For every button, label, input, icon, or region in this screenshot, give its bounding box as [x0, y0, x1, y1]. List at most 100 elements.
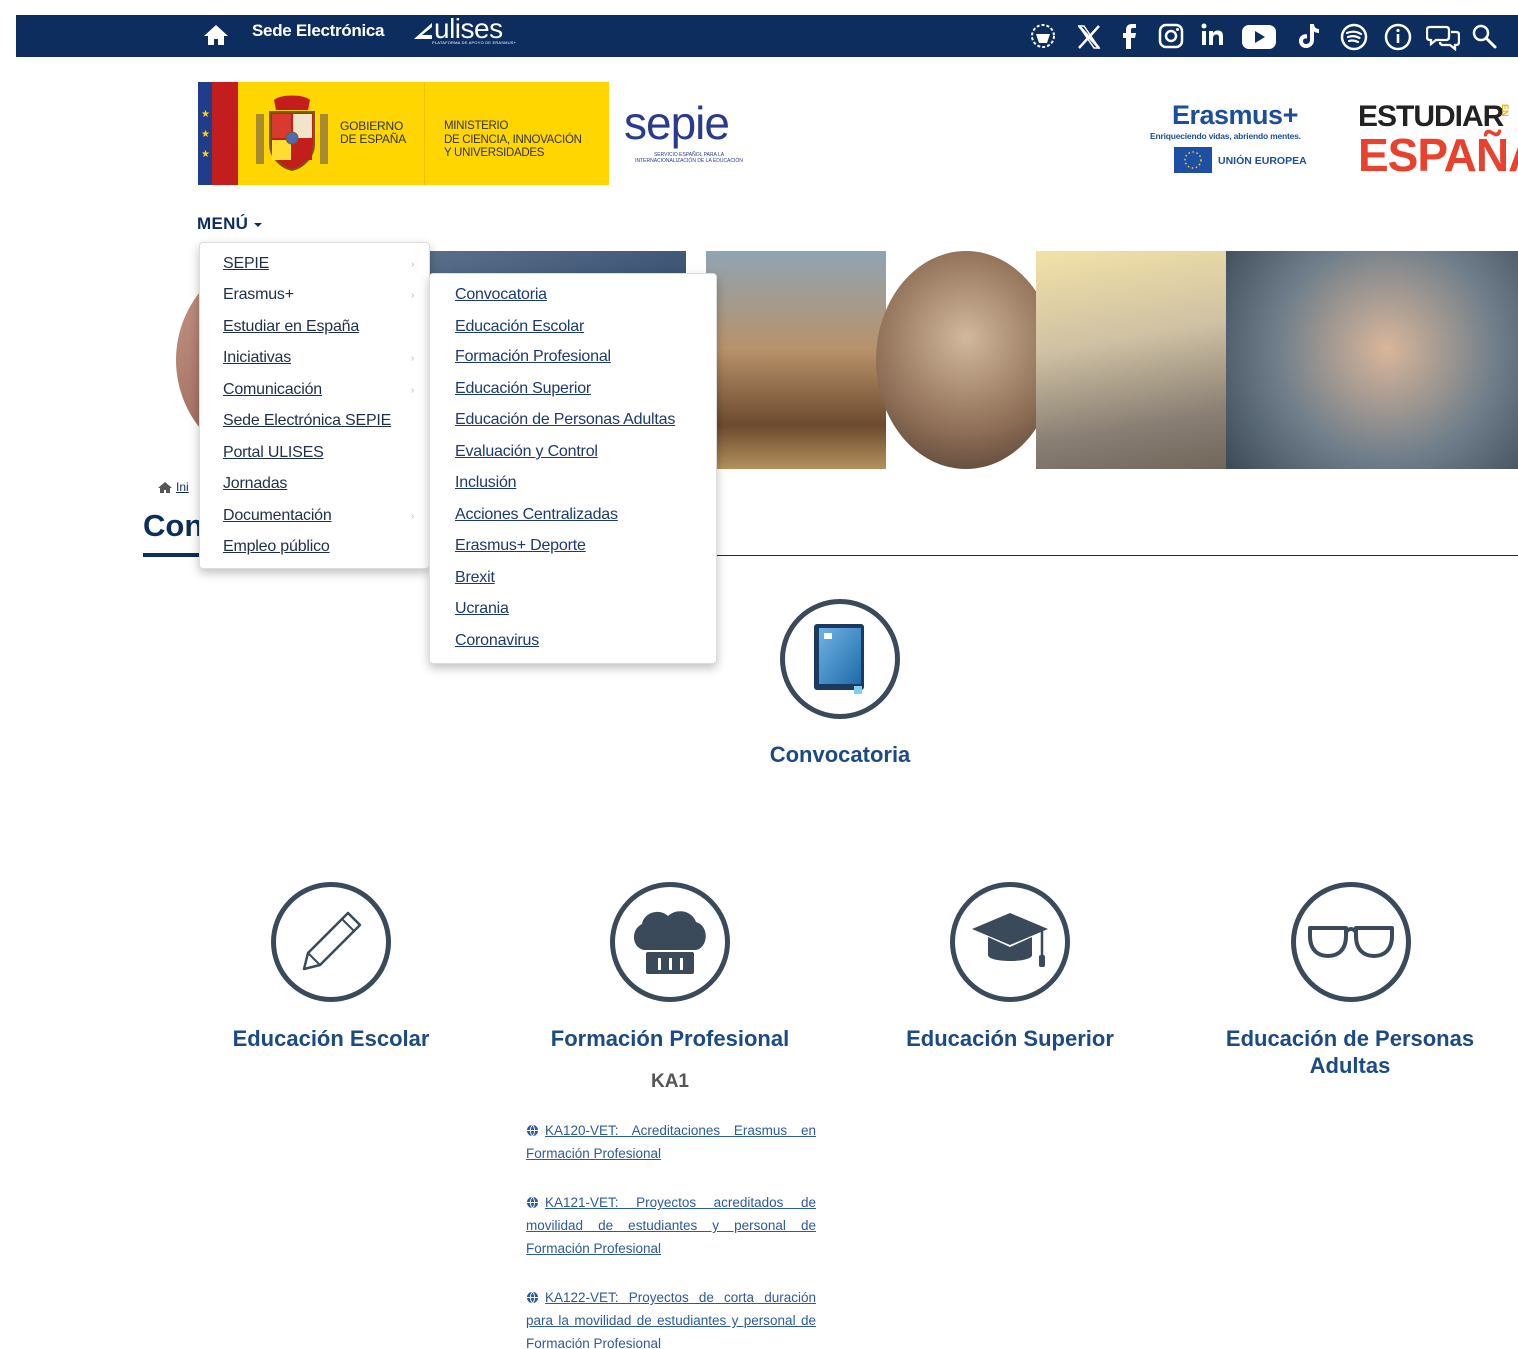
- submenu-item[interactable]: Evaluación y Control: [455, 443, 598, 461]
- erasmus-submenu: Convocatoria Educación Escolar Formación P…: [429, 273, 717, 664]
- erasmus-plus-logo[interactable]: Erasmus+ Enriqueciendo vidas, abriendo m…: [1150, 100, 1335, 180]
- chevron-right-icon: ›: [411, 259, 415, 270]
- ulises-subtitle: PLATAFORMA DE APOYO DE ERASMUS+: [432, 40, 517, 45]
- search-icon[interactable]: [1469, 21, 1499, 51]
- ka1-link-text[interactable]: KA120-VET: Acreditaciones Erasmus en For…: [526, 1123, 816, 1161]
- chevron-right-icon: ›: [411, 385, 415, 396]
- globe-icon: [526, 1291, 539, 1304]
- adultas-title[interactable]: Educación de Personas Adultas: [1200, 1025, 1500, 1079]
- ministry-line-3: Y UNIVERSIDADES: [444, 147, 545, 159]
- info-icon[interactable]: [1383, 21, 1413, 51]
- adultas-title-line-1: Educación de Personas: [1225, 1026, 1475, 1051]
- eu-stars-icon: ★ ★ ★: [201, 109, 210, 160]
- sepie-logo[interactable]: sepie SERVICIO ESPAÑOL PARA LA INTERNACI…: [624, 96, 759, 176]
- linkedin-icon[interactable]: [1198, 21, 1228, 51]
- submenu-item[interactable]: Coronavirus: [455, 632, 539, 650]
- submenu-item[interactable]: Brexit: [455, 569, 495, 587]
- tiktok-icon[interactable]: [1294, 21, 1324, 51]
- svg-text:★: ★: [201, 149, 210, 160]
- gov-line-2: DE ESPAÑA: [340, 132, 406, 146]
- glasses-icon: [1308, 926, 1394, 958]
- graduation-cap-icon: [972, 913, 1048, 967]
- submenu-item[interactable]: Educación Escolar: [455, 318, 584, 336]
- submenu-item[interactable]: Inclusión: [455, 474, 517, 492]
- sede-electronica-link[interactable]: Sede Electrónica: [252, 21, 385, 41]
- svg-text:★: ★: [201, 129, 210, 140]
- gobierno-text: GOBIERNO DE ESPAÑA: [340, 120, 406, 146]
- chef-hat-icon: [633, 911, 706, 974]
- ka1-heading: KA1: [650, 1071, 689, 1092]
- menu-item[interactable]: Comunicación: [223, 381, 322, 399]
- adultas-circle[interactable]: [1291, 882, 1411, 1002]
- submenu-item[interactable]: Acciones Centralizadas: [455, 506, 618, 524]
- logo-divider: [424, 82, 425, 185]
- svg-text:★: ★: [201, 109, 210, 120]
- menu-item[interactable]: Jornadas: [223, 475, 287, 493]
- menu-item[interactable]: Estudiar en España: [223, 318, 359, 336]
- menu-item[interactable]: Empleo público: [223, 538, 330, 556]
- caret-down-icon: [254, 222, 263, 227]
- menu-item[interactable]: Iniciativas: [223, 349, 291, 367]
- facebook-icon[interactable]: [1114, 21, 1144, 51]
- gobierno-espana-logo[interactable]: ★ ★ ★ GOBIERNO DE ESPAÑA MINISTERIO DE C…: [198, 82, 609, 185]
- menu-button[interactable]: MENÚ: [197, 214, 263, 234]
- eu-flag-icon: [1174, 147, 1212, 173]
- home-icon[interactable]: [158, 482, 172, 494]
- submenu-item[interactable]: Educación de Personas Adultas: [455, 411, 675, 429]
- submenu-item[interactable]: Ucrania: [455, 600, 509, 618]
- sepie-subtitle: SERVICIO ESPAÑOL PARA LA INTERNACIONALIZ…: [635, 152, 743, 164]
- menu-label: MENÚ: [197, 214, 249, 233]
- menu-item[interactable]: Documentación: [223, 507, 332, 525]
- menu-item[interactable]: Erasmus+: [223, 286, 294, 304]
- ka1-link-text[interactable]: KA121-VET: Proyectos acreditados de movi…: [526, 1195, 816, 1256]
- convocatoria-title[interactable]: Convocatoria: [720, 741, 960, 768]
- ka1-link[interactable]: KA121-VET: Proyectos acreditados de movi…: [526, 1191, 816, 1260]
- main-menu-dropdown: SEPIE › Erasmus+ › Estudiar en España Iniciat…: [199, 242, 430, 569]
- chevron-right-icon: ›: [411, 353, 415, 364]
- breadcrumb: Ini: [158, 480, 189, 494]
- spotify-icon[interactable]: [1339, 21, 1369, 51]
- coat-of-arms-icon: [256, 95, 328, 172]
- sepie-word: sepie: [624, 97, 730, 149]
- hero-photo-4: [876, 251, 1056, 469]
- fp-title[interactable]: Formación Profesional: [520, 1025, 820, 1052]
- instagram-icon[interactable]: [1156, 21, 1186, 51]
- globe-icon: [526, 1196, 539, 1209]
- ka1-link[interactable]: KA122-VET: Proyectos de corta duración p…: [526, 1286, 816, 1349]
- superior-circle[interactable]: [950, 882, 1070, 1002]
- superior-title[interactable]: Educación Superior: [880, 1025, 1140, 1052]
- book-icon: [814, 624, 864, 694]
- submenu-item[interactable]: Formación Profesional: [455, 348, 611, 366]
- estudiar-en: EN: [1500, 104, 1510, 117]
- globe-icon: [526, 1124, 539, 1137]
- accessibility-icon[interactable]: [1028, 21, 1058, 51]
- eu-band: ★ ★ ★: [198, 82, 212, 185]
- escolar-circle[interactable]: [271, 882, 391, 1002]
- adultas-title-line-2: Adultas: [1309, 1053, 1391, 1078]
- submenu-item[interactable]: Convocatoria: [455, 286, 547, 304]
- ministry-text: MINISTERIO DE CIENCIA, INNOVACIÓN Y UNIV…: [444, 120, 582, 161]
- hero-photo-6: [1226, 251, 1518, 469]
- ka1-link[interactable]: KA120-VET: Acreditaciones Erasmus en For…: [526, 1119, 816, 1165]
- menu-item[interactable]: Sede Electrónica SEPIE: [223, 412, 391, 430]
- submenu-item[interactable]: Educación Superior: [455, 380, 591, 398]
- escolar-title[interactable]: Educación Escolar: [200, 1025, 462, 1052]
- menu-item[interactable]: Portal ULISES: [223, 444, 324, 462]
- x-icon[interactable]: [1074, 21, 1104, 51]
- estudiar-line-2: ESPAÑA: [1358, 129, 1518, 181]
- fp-circle[interactable]: [610, 882, 730, 1002]
- youtube-icon[interactable]: [1241, 21, 1277, 51]
- breadcrumb-home-link[interactable]: Ini: [176, 480, 189, 494]
- submenu-item[interactable]: Erasmus+ Deporte: [455, 537, 586, 555]
- chevron-right-icon: ›: [411, 511, 415, 522]
- hero-photo-5: [1036, 251, 1256, 469]
- chat-icon[interactable]: [1426, 21, 1460, 51]
- convocatoria-circle[interactable]: [780, 599, 900, 719]
- menu-item[interactable]: SEPIE: [223, 255, 269, 273]
- ministry-line-2: DE CIENCIA, INNOVACIÓN: [444, 133, 582, 146]
- pencil-icon: [302, 911, 362, 971]
- ka1-link-text[interactable]: KA122-VET: Proyectos de corta duración p…: [526, 1290, 816, 1349]
- estudiar-en-espana-logo[interactable]: ESTUDIAR EN ESPAÑA: [1358, 100, 1518, 180]
- home-icon[interactable]: [203, 23, 229, 47]
- top-bar: Sede Electrónica ulises PLATAFORMA DE AP…: [16, 13, 1518, 57]
